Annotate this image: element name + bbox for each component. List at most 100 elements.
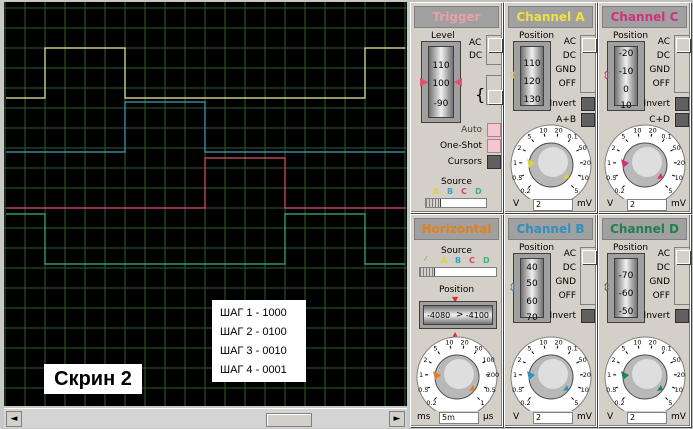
channel-b-volts-dial[interactable]: 0.20.512510 200.15020105 <box>507 335 595 411</box>
horizontal-unit-right: µs <box>483 412 494 422</box>
dial-label: 0.1 <box>567 345 577 353</box>
horizontal-source-b: B <box>455 256 462 265</box>
channel-c-invert-label: Invert <box>643 99 670 109</box>
channel-a-coupling-switch[interactable] <box>580 35 596 93</box>
dial-label: 10 <box>633 338 641 346</box>
channel-a-volts-field[interactable]: 2 <box>533 199 573 211</box>
channel-a-volts-dial[interactable]: 0.20.512510 200.15020105 <box>507 123 595 199</box>
channel-b-position-drum[interactable]: 40 50 60 70 ⇕ <box>508 253 551 323</box>
channel-c-volts-field[interactable]: 2 <box>627 199 667 211</box>
dial-label: 10 <box>581 386 589 394</box>
trigger-edge-brace-icon: { <box>475 85 486 104</box>
scroll-thumb[interactable] <box>266 413 312 427</box>
trigger-coupling-switch[interactable] <box>486 35 502 65</box>
channel-d-volts-dial[interactable]: 0.20.512510 200.15020105 <box>601 335 689 411</box>
channel-b-drum-value: 50 <box>526 279 538 289</box>
dial-label: 0.5 <box>512 174 522 182</box>
channel-b-coupling-switch[interactable] <box>580 247 596 305</box>
dial-label: 0.1 <box>661 133 671 141</box>
trigger-level-left-arrow: ▶ <box>420 75 429 88</box>
dial-knob-highlight <box>444 359 474 389</box>
trigger-cursors-button[interactable] <box>487 155 501 169</box>
channel-c-ac-label: AC <box>657 37 670 47</box>
dial-label: 20 <box>583 159 591 167</box>
dial-label: 0.5 <box>512 386 522 394</box>
dial-label: 2 <box>611 144 615 152</box>
trigger-source-label: Source <box>441 177 472 187</box>
dial-label: 10 <box>581 174 589 182</box>
dial-label: 100 <box>482 356 494 364</box>
horizontal-pos-left: -4080 <box>427 311 451 320</box>
channel-c-invert-button[interactable] <box>675 97 689 111</box>
channel-b-unit-left: V <box>513 412 520 422</box>
horizontal-position-drum[interactable]: -4080 > -4100 <box>419 301 497 329</box>
channel-d-invert-button[interactable] <box>675 309 689 323</box>
horizontal-timebase-dial[interactable]: 0.20.512510 20501002000.51 <box>413 335 501 411</box>
channel-d-invert-label: Invert <box>643 311 670 321</box>
channel-d-unit-right: mV <box>671 412 686 422</box>
channel-a-position-label: Position <box>519 31 555 41</box>
dial-label: 5 <box>668 399 672 407</box>
channel-c-drum-value: 0 <box>623 85 629 95</box>
channel-d-coupling-switch[interactable] <box>674 247 690 305</box>
trigger-level-drum[interactable]: 110 100 -90 ▶ ◀ <box>420 41 462 123</box>
channel-a-position-arrow-icon: ⇕ <box>508 69 518 82</box>
channel-b-title: Channel B <box>508 218 593 240</box>
channel-c-panel: Channel C Position -20 -10 0 10 ⇕ AC DC … <box>598 2 691 213</box>
dial-label: 5 <box>433 345 437 353</box>
trigger-source-slider[interactable] <box>425 198 487 208</box>
channel-c-off-label: OFF <box>652 79 670 89</box>
dial-label: 1 <box>513 159 517 167</box>
trigger-one-shot-button[interactable] <box>487 139 501 153</box>
trigger-one-shot-label: One-Shot <box>439 141 482 151</box>
horizontal-unit-left: ms <box>417 412 431 422</box>
channel-d-volts-field[interactable]: 2 <box>627 412 667 424</box>
trigger-source-b: B <box>447 187 454 196</box>
channel-c-title: Channel C <box>602 6 687 28</box>
horizontal-pos-mid: > <box>456 310 464 320</box>
channel-a-unit-right: mV <box>577 199 592 209</box>
trigger-source-c: C <box>461 187 467 196</box>
trigger-edge-switch[interactable] <box>486 75 502 105</box>
channel-c-position-arrow-icon: ⇕ <box>602 69 612 82</box>
screenshot-caption: Скрин 2 <box>44 364 142 394</box>
channel-d-dc-label: DC <box>656 263 670 273</box>
dial-label: 0.5 <box>486 386 496 394</box>
dial-label: 20 <box>677 159 685 167</box>
trigger-drum-value: 100 <box>432 79 450 89</box>
scroll-left-button[interactable]: ◄ <box>6 411 22 427</box>
channel-a-title: Channel A <box>508 6 593 28</box>
horizontal-timebase-field[interactable]: 5m <box>439 412 479 424</box>
dial-label: 2 <box>423 356 427 364</box>
channel-c-position-drum[interactable]: -20 -10 0 10 ⇕ <box>602 41 645 111</box>
channel-c-drum-value: -10 <box>618 67 634 77</box>
scroll-right-button[interactable]: ► <box>389 411 405 427</box>
channel-b-invert-button[interactable] <box>581 309 595 323</box>
dial-label: 20 <box>677 371 685 379</box>
dial-label: 2 <box>517 144 521 152</box>
dial-label: 0.1 <box>661 345 671 353</box>
dial-label: 0.1 <box>567 133 577 141</box>
channel-c-coupling-switch[interactable] <box>674 35 690 93</box>
channel-a-position-drum[interactable]: 110 120 130 ⇕ <box>508 41 551 111</box>
horizontal-scrollbar[interactable]: ◄ ► <box>4 408 407 428</box>
horizontal-pos-right: -4100 <box>465 311 489 320</box>
channel-a-invert-button[interactable] <box>581 97 595 111</box>
channel-d-position-drum[interactable]: -70 -60 -50 ⇕ <box>602 253 645 323</box>
trigger-auto-button[interactable] <box>487 123 501 137</box>
horizontal-source-slider[interactable] <box>419 267 497 277</box>
channel-d-gnd-label: GND <box>649 277 670 287</box>
channel-c-drum-value: 10 <box>620 101 632 111</box>
trigger-source-a: A <box>433 187 440 196</box>
horizontal-source-d: D <box>483 256 490 265</box>
channel-b-volts-field[interactable]: 2 <box>533 412 573 424</box>
channel-a-off-label: OFF <box>558 79 576 89</box>
dial-label: 1 <box>607 159 611 167</box>
dial-label: 2 <box>611 356 615 364</box>
channel-c-volts-dial[interactable]: 0.20.512510 200.15020105 <box>601 123 689 199</box>
channel-a-dc-label: DC <box>562 51 576 61</box>
dial-label: 5 <box>668 187 672 195</box>
dial-knob-highlight <box>632 359 662 389</box>
dial-label: 1 <box>419 371 423 379</box>
horizontal-panel: Horizontal Source ⁄ A B C D Position ▼ -… <box>410 214 503 427</box>
